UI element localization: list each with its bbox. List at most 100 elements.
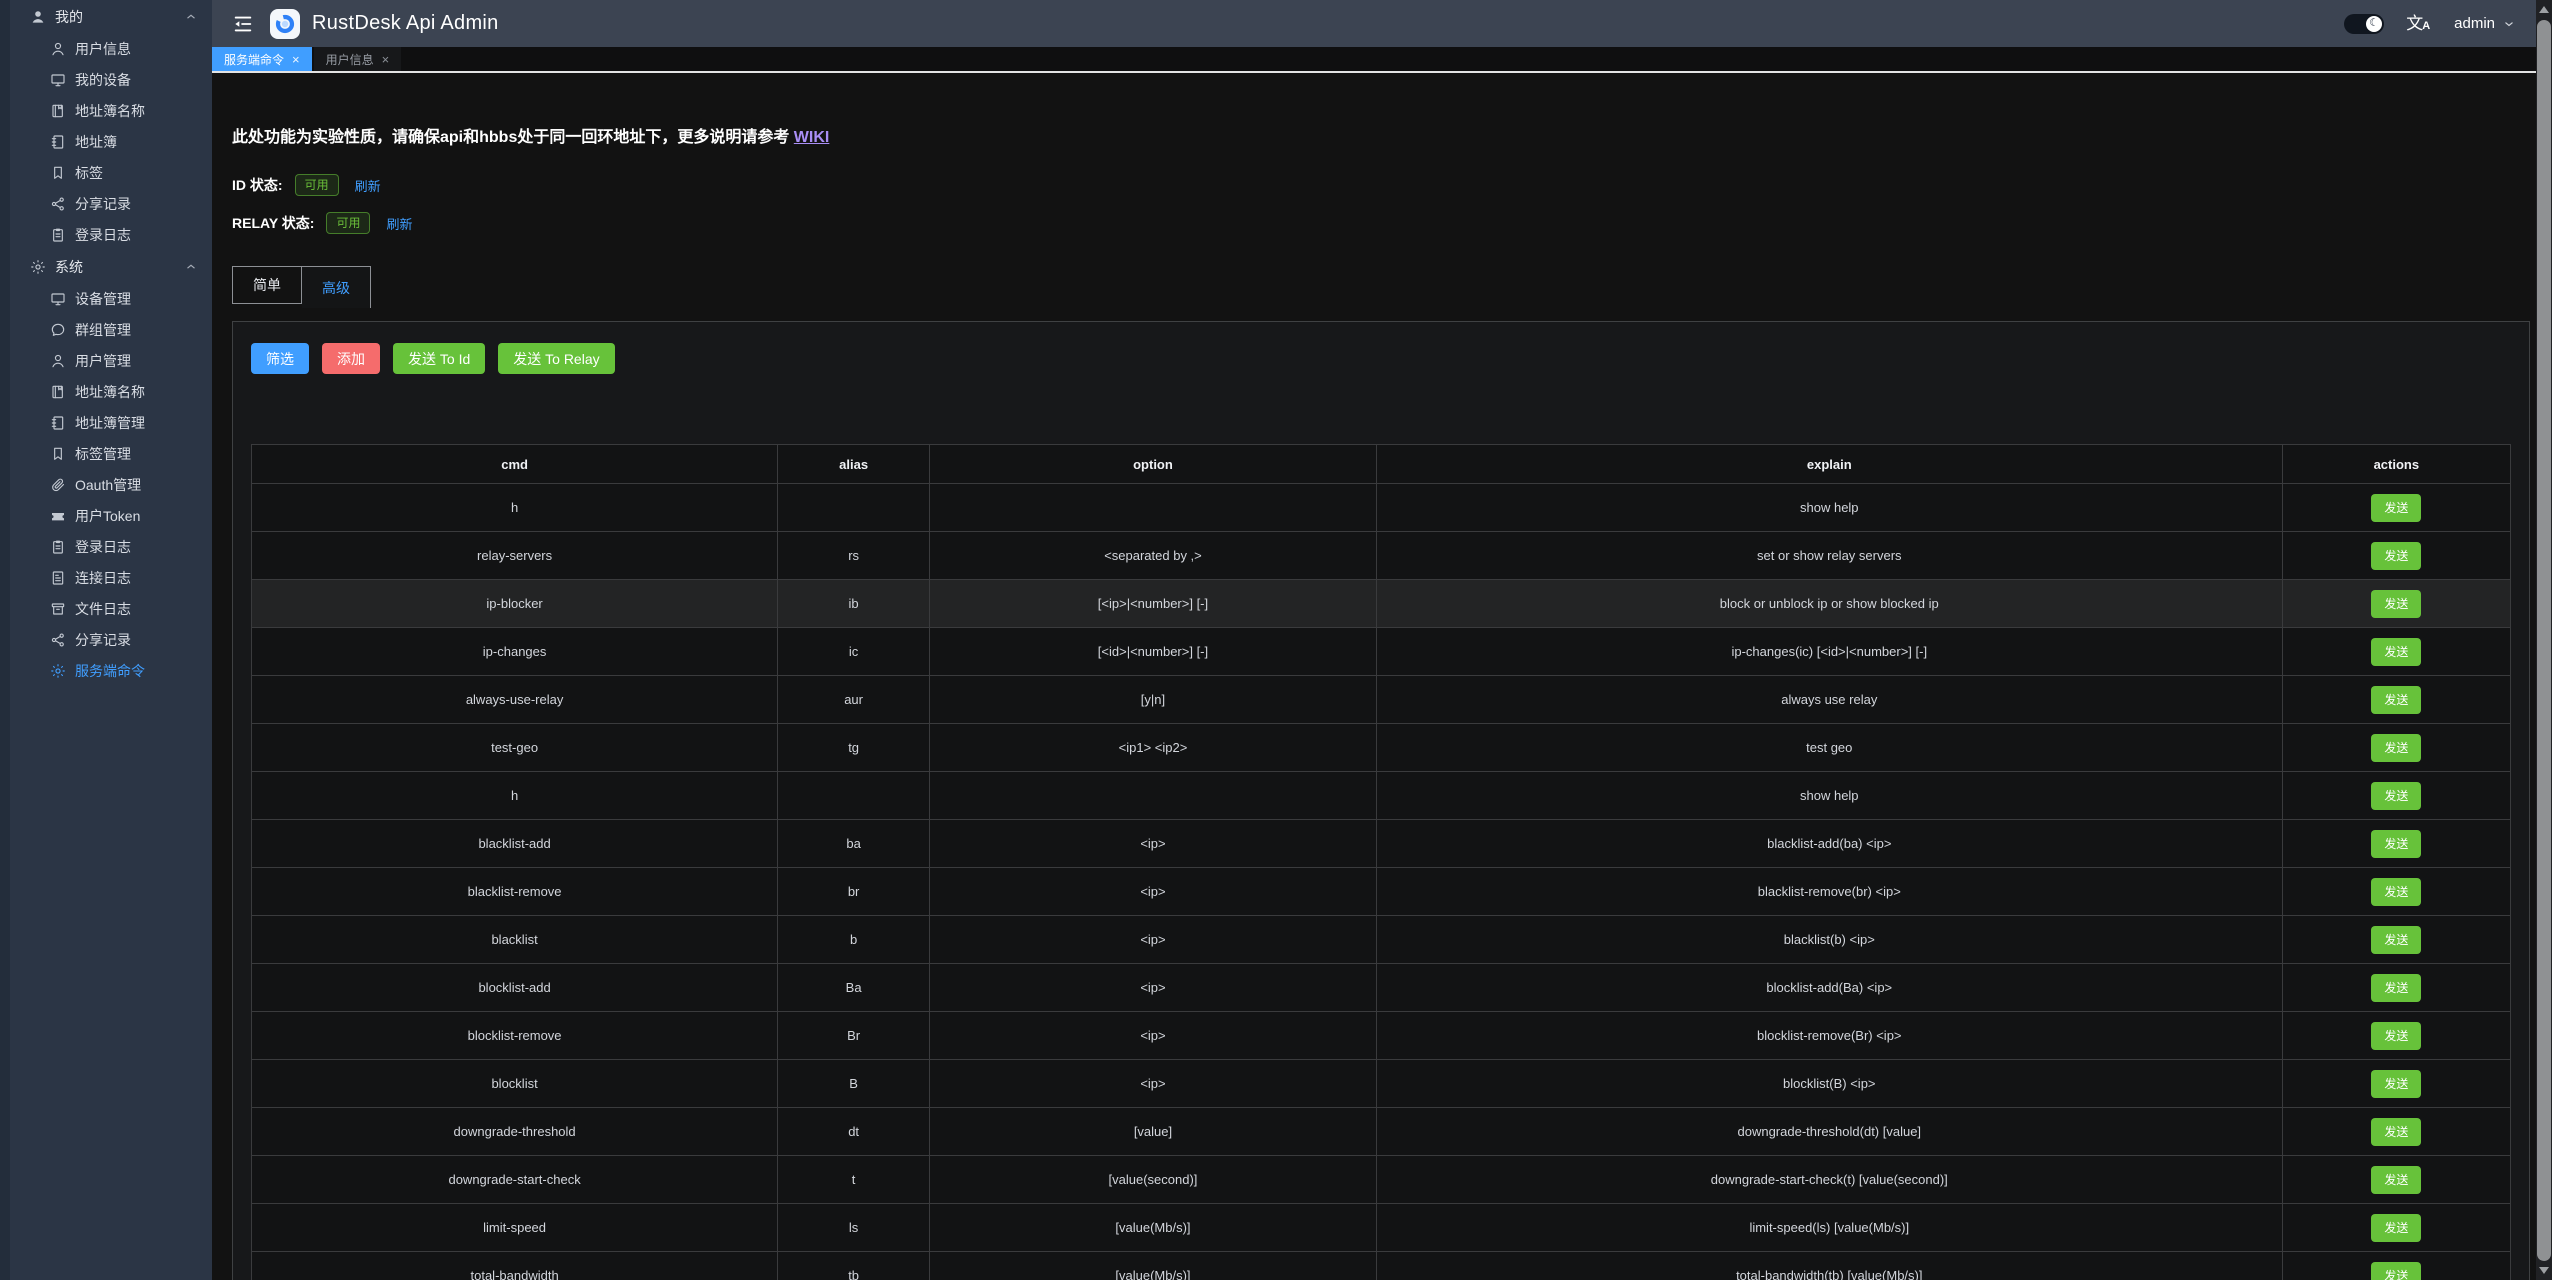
cell-alias: rs [778,532,930,580]
send-button[interactable]: 发送 [2371,926,2421,954]
sidebar-item[interactable]: 地址簿名称 [10,376,212,407]
username: admin [2454,15,2495,32]
relay-status-label: RELAY 状态: [232,213,314,233]
sidebar-item-label: 地址簿名称 [75,101,145,121]
sidebar-section-1[interactable]: 系统 [10,250,212,283]
user-menu[interactable]: admin [2454,15,2516,32]
sidebar-item[interactable]: 登录日志 [10,219,212,250]
app-title: RustDesk Api Admin [312,12,499,35]
cell-actions: 发送 [2282,676,2510,724]
toolbar-button[interactable]: 添加 [322,343,380,374]
sidebar-item-active[interactable]: 服务端命令 [10,655,212,686]
toolbar-button[interactable]: 发送 To Relay [498,343,614,374]
column-header: alias [778,445,930,484]
notebook-icon [50,134,66,150]
cell-alias: Br [778,1012,930,1060]
send-button[interactable]: 发送 [2371,1022,2421,1050]
sidebar-item[interactable]: 标签管理 [10,438,212,469]
rustdesk-api-admin-window: 我的用户信息我的设备地址簿名称地址簿标签分享记录登录日志系统设备管理群组管理用户… [0,0,2552,1280]
sidebar-item[interactable]: 登录日志 [10,531,212,562]
scroll-up-icon[interactable] [2539,6,2549,13]
cell-option: [value(second)] [930,1156,1377,1204]
page-scrollbar[interactable] [2536,0,2552,1280]
sidebar-item[interactable]: Oauth管理 [10,469,212,500]
sidebar-item[interactable]: 用户Token [10,500,212,531]
send-button[interactable]: 发送 [2371,878,2421,906]
send-button[interactable]: 发送 [2371,494,2421,522]
cell-actions: 发送 [2282,916,2510,964]
mode-tab[interactable]: 简单 [232,266,302,304]
book-icon [50,384,66,400]
sidebar-item[interactable]: 地址簿管理 [10,407,212,438]
id-refresh-link[interactable]: 刷新 [355,176,381,195]
cell-cmd: relay-servers [252,532,778,580]
scroll-down-icon[interactable] [2539,1267,2549,1274]
close-icon[interactable]: × [292,53,300,66]
send-button[interactable]: 发送 [2371,1262,2421,1280]
open-tab[interactable]: 用户信息× [314,47,402,71]
send-button[interactable]: 发送 [2371,1214,2421,1242]
cell-actions: 发送 [2282,532,2510,580]
advanced-panel: 筛选添加发送 To Id 发送 To Relay cmdaliasoptionex… [232,321,2530,1280]
sidebar-fold-icon[interactable] [232,13,254,35]
language-switch-icon[interactable]: 文A [2406,15,2430,32]
sidebar-item[interactable]: 文件日志 [10,593,212,624]
scrollbar-thumb[interactable] [2537,20,2551,1261]
close-icon[interactable]: × [382,53,390,66]
cell-option: <ip> [930,1060,1377,1108]
sidebar-item[interactable]: 设备管理 [10,283,212,314]
sidebar-item-label: 连接日志 [75,568,131,588]
commands-table: cmdaliasoptionexplainactions hshow help发… [251,444,2511,1280]
book-icon [50,103,66,119]
send-button[interactable]: 发送 [2371,830,2421,858]
cell-actions: 发送 [2282,1012,2510,1060]
toolbar-button[interactable]: 发送 To Id [393,343,485,374]
sidebar-item[interactable]: 标签 [10,157,212,188]
send-button[interactable]: 发送 [2371,1118,2421,1146]
send-button[interactable]: 发送 [2371,590,2421,618]
mode-tab-active[interactable]: 高级 [302,266,371,308]
send-button[interactable]: 发送 [2371,734,2421,762]
cell-explain: downgrade-threshold(dt) [value] [1376,1108,2282,1156]
cell-option: [value] [930,1108,1377,1156]
cell-actions: 发送 [2282,820,2510,868]
id-status-row: ID 状态: 可用 刷新 [232,173,2530,197]
sidebar-item[interactable]: 分享记录 [10,624,212,655]
cell-option: <ip> [930,1012,1377,1060]
send-button[interactable]: 发送 [2371,1070,2421,1098]
sidebar-item[interactable]: 我的设备 [10,64,212,95]
archive-icon [50,601,66,617]
sidebar-item[interactable]: 用户管理 [10,345,212,376]
sidebar-item[interactable]: 分享记录 [10,188,212,219]
send-button[interactable]: 发送 [2371,1166,2421,1194]
cell-alias [778,772,930,820]
sidebar-item[interactable]: 地址簿 [10,126,212,157]
sidebar-item-label: 标签 [75,163,103,183]
send-button[interactable]: 发送 [2371,686,2421,714]
table-row: blacklist-removebr<ip>blacklist-remove(b… [252,868,2511,916]
column-header: cmd [252,445,778,484]
sidebar-item[interactable]: 连接日志 [10,562,212,593]
sidebar-item[interactable]: 用户信息 [10,33,212,64]
chevron-down-icon [2502,17,2516,31]
cell-option: <ip> [930,916,1377,964]
table-row: ip-blockerib[<ip>|<number>] [-]block or … [252,580,2511,628]
sidebar-section-0[interactable]: 我的 [10,0,212,33]
sidebar-item[interactable]: 群组管理 [10,314,212,345]
cell-alias: B [778,1060,930,1108]
cell-explain: blocklist(B) <ip> [1376,1060,2282,1108]
paperclip-icon [50,477,66,493]
send-button[interactable]: 发送 [2371,542,2421,570]
relay-refresh-link[interactable]: 刷新 [386,214,412,233]
send-button[interactable]: 发送 [2371,782,2421,810]
send-button[interactable]: 发送 [2371,638,2421,666]
cell-explain: blocklist-add(Ba) <ip> [1376,964,2282,1012]
send-button[interactable]: 发送 [2371,974,2421,1002]
column-header: option [930,445,1377,484]
wiki-link[interactable]: WIKI [794,129,830,146]
toolbar-button[interactable]: 筛选 [251,343,309,374]
dark-mode-toggle[interactable]: ☾ [2344,14,2384,34]
table-row: downgrade-thresholddt[value]downgrade-th… [252,1108,2511,1156]
open-tab-active[interactable]: 服务端命令× [212,47,312,71]
sidebar-item[interactable]: 地址簿名称 [10,95,212,126]
